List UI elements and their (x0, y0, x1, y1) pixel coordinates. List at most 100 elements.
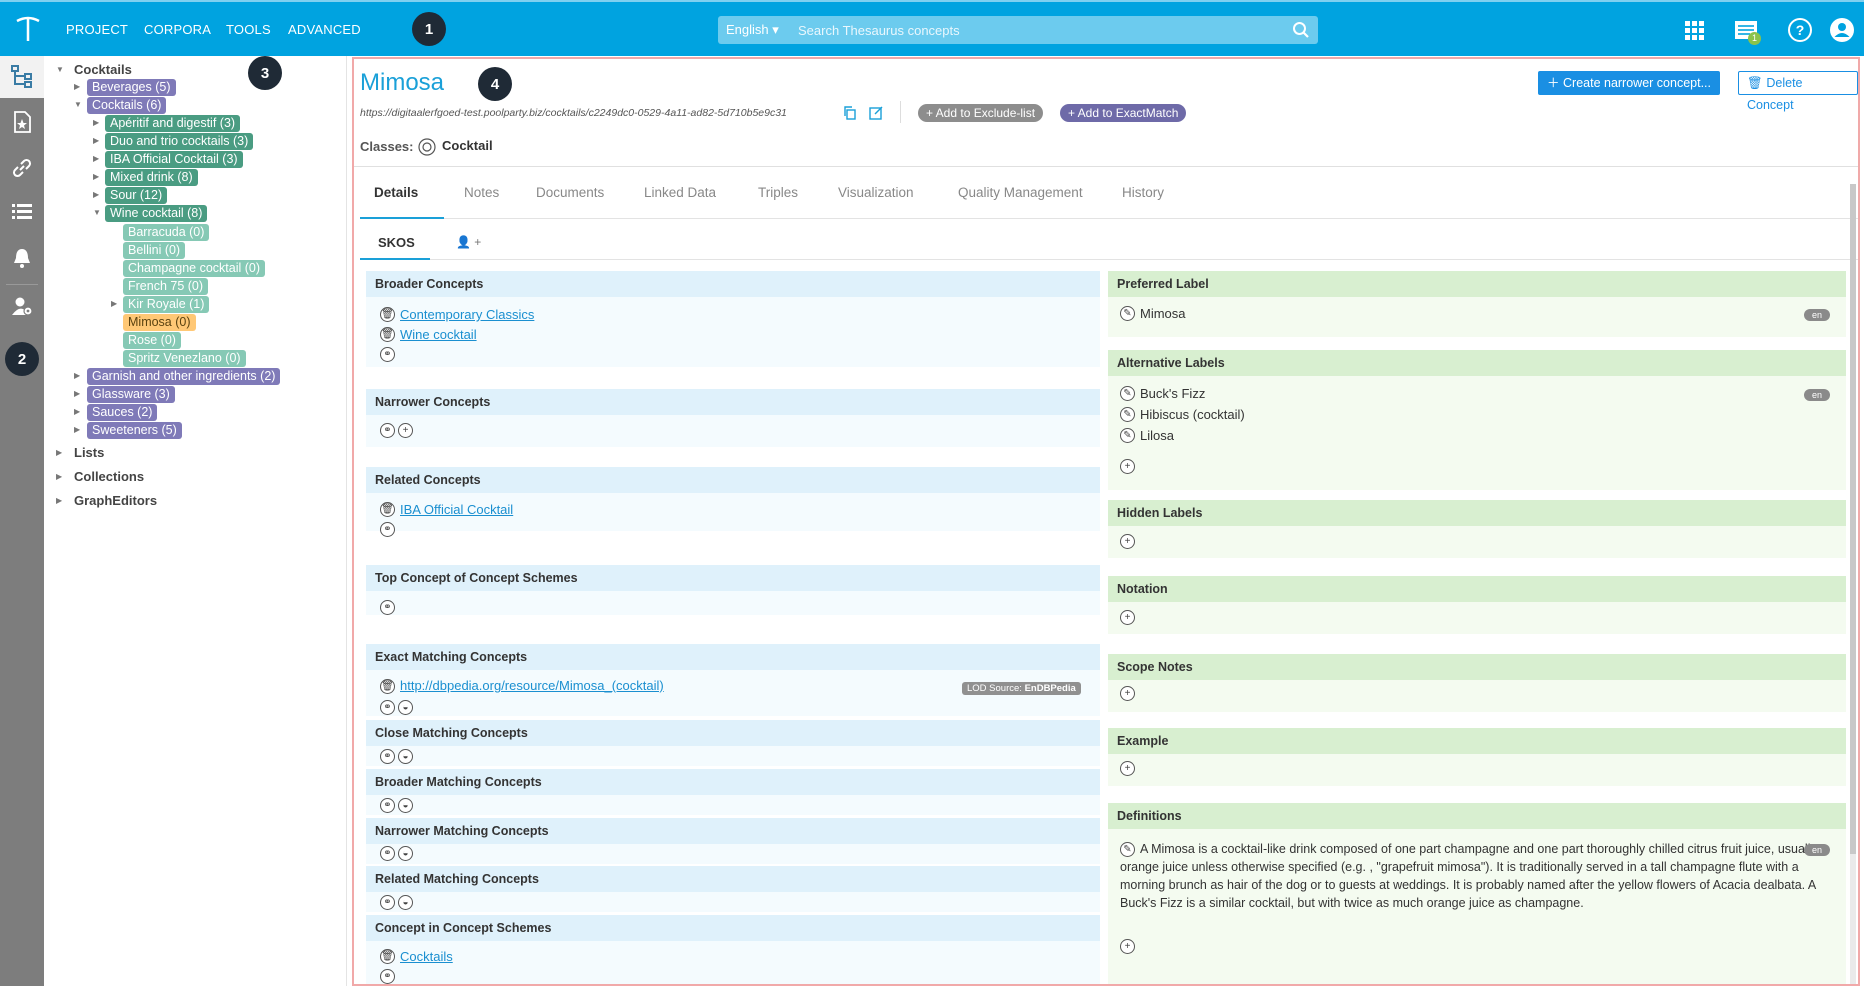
expand-arrow-icon[interactable]: ▶ (74, 421, 84, 438)
tab-documents[interactable]: Documents (536, 185, 604, 200)
add-exactmatch-button[interactable]: + Add to ExactMatch (1060, 104, 1187, 122)
apps-grid-icon[interactable] (1680, 16, 1708, 44)
notifications-button[interactable]: 1 (1732, 16, 1762, 46)
edit-pencil-icon[interactable]: ✎ (1120, 306, 1135, 321)
edit-uri-icon[interactable] (868, 105, 884, 121)
expand-arrow-icon[interactable]: ▶ (74, 385, 84, 402)
lod-search-icon[interactable]: ◒ (398, 798, 413, 813)
tree-node-glassware[interactable]: Glassware (3) (87, 386, 175, 403)
tree-node-spritz[interactable]: Spritz Venezlano (0) (123, 350, 246, 367)
exact-link-dbpedia-mimosa[interactable]: http://dbpedia.org/resource/Mimosa_(cock… (400, 678, 664, 693)
tree-section-collections[interactable]: Collections (74, 469, 144, 484)
link-icon[interactable] (10, 156, 34, 180)
tree-node-sour[interactable]: Sour (12) (105, 187, 168, 204)
user-account-icon[interactable] (1828, 16, 1856, 44)
broader-link-contemporary-classics[interactable]: Contemporary Classics (400, 307, 534, 322)
nav-corpora[interactable]: CORPORA (144, 22, 211, 37)
expand-arrow-icon[interactable]: ▶ (56, 468, 66, 485)
nav-project[interactable]: PROJECT (66, 22, 128, 37)
document-star-icon[interactable] (10, 110, 34, 134)
expand-arrow-icon[interactable]: ▶ (74, 78, 84, 95)
link-edit-icon[interactable]: ⚭ (380, 749, 395, 764)
tree-node-cocktails[interactable]: Cocktails (6) (87, 97, 167, 114)
collapse-arrow-icon[interactable]: ▼ (56, 61, 66, 78)
link-edit-icon[interactable]: ⚭ (380, 700, 395, 715)
broader-link-wine-cocktail[interactable]: Wine cocktail (400, 327, 477, 342)
related-link-iba-official[interactable]: IBA Official Cocktail (400, 502, 513, 517)
edit-pencil-icon[interactable]: ✎ (1120, 428, 1135, 443)
edit-pencil-icon[interactable]: ✎ (1120, 407, 1135, 422)
tab-notes[interactable]: Notes (464, 185, 499, 200)
copy-icon[interactable] (842, 105, 858, 121)
tree-node-kir-royale[interactable]: Kir Royale (1) (123, 296, 210, 313)
tree-node-sweeteners[interactable]: Sweeteners (5) (87, 422, 182, 439)
trash-icon[interactable]: 🗑 (380, 327, 395, 342)
expand-arrow-icon[interactable]: ▶ (111, 295, 121, 312)
expand-arrow-icon[interactable]: ▶ (93, 186, 103, 203)
tree-node-rose[interactable]: Rose (0) (123, 332, 181, 349)
add-circle-icon[interactable]: + (1120, 534, 1135, 549)
expand-arrow-icon[interactable]: ▶ (93, 114, 103, 131)
expand-arrow-icon[interactable]: ▶ (93, 168, 103, 185)
language-select[interactable]: English ▾ (726, 22, 779, 38)
expand-arrow-icon[interactable]: ▶ (56, 492, 66, 509)
link-edit-icon[interactable]: ⚭ (380, 522, 395, 537)
scheme-link-cocktails[interactable]: Cocktails (400, 949, 453, 964)
nav-tools[interactable]: TOOLS (226, 22, 271, 37)
tab-quality-management[interactable]: Quality Management (958, 185, 1083, 200)
user-settings-icon[interactable] (10, 294, 34, 318)
tab-history[interactable]: History (1122, 185, 1164, 200)
add-circle-icon[interactable]: + (1120, 939, 1135, 954)
tree-node-beverages[interactable]: Beverages (5) (87, 79, 176, 96)
lod-search-icon[interactable]: ◒ (398, 749, 413, 764)
link-edit-icon[interactable]: ⚭ (380, 423, 395, 438)
tree-node-champagne-cocktail[interactable]: Champagne cocktail (0) (123, 260, 266, 277)
poolparty-logo[interactable] (14, 14, 42, 44)
link-edit-icon[interactable]: ⚭ (380, 846, 395, 861)
tree-node-duo-trio[interactable]: Duo and trio cocktails (3) (105, 133, 254, 150)
edit-pencil-icon[interactable]: ✎ (1120, 386, 1135, 401)
tree-node-mimosa-selected[interactable]: Mimosa (0) (123, 314, 196, 331)
add-circle-icon[interactable]: + (1120, 610, 1135, 625)
collapse-arrow-icon[interactable]: ▼ (74, 96, 84, 113)
expand-arrow-icon[interactable]: ▶ (93, 132, 103, 149)
trash-icon[interactable]: 🗑 (380, 502, 395, 517)
panel-scrollbar-thumb[interactable] (1850, 184, 1856, 854)
expand-arrow-icon[interactable]: ▶ (74, 367, 84, 384)
tree-node-mixed-drink[interactable]: Mixed drink (8) (105, 169, 198, 186)
trash-icon[interactable]: 🗑 (380, 679, 395, 694)
expand-arrow-icon[interactable]: ▶ (74, 403, 84, 420)
tree-section-lists[interactable]: Lists (74, 445, 104, 460)
expand-arrow-icon[interactable]: ▶ (93, 150, 103, 167)
add-circle-icon[interactable]: + (1120, 686, 1135, 701)
tree-node-wine-cocktail[interactable]: Wine cocktail (8) (105, 205, 208, 222)
delete-concept-button[interactable]: 🗑 Delete Concept (1738, 71, 1858, 112)
tree-node-iba-official[interactable]: IBA Official Cocktail (3) (105, 151, 243, 168)
add-circle-icon[interactable]: + (1120, 761, 1135, 776)
tree-section-grapheditors[interactable]: GraphEditors (74, 493, 157, 508)
tree-node-french-75[interactable]: French 75 (0) (123, 278, 209, 295)
lod-search-icon[interactable]: ◒ (398, 700, 413, 715)
tab-details[interactable]: Details (374, 185, 418, 200)
trash-icon[interactable]: 🗑 (380, 949, 395, 964)
lod-search-icon[interactable]: ◒ (398, 895, 413, 910)
link-edit-icon[interactable]: ⚭ (380, 347, 395, 362)
link-edit-icon[interactable]: ⚭ (380, 600, 395, 615)
expand-arrow-icon[interactable]: ▶ (56, 444, 66, 461)
hierarchy-tree-icon[interactable] (10, 64, 34, 88)
search-icon[interactable] (1292, 21, 1310, 39)
tree-node-aperitif[interactable]: Apéritif and digestif (3) (105, 115, 241, 132)
nav-advanced[interactable]: ADVANCED (288, 22, 361, 37)
bell-icon[interactable] (10, 246, 34, 270)
trash-icon[interactable]: 🗑 (380, 307, 395, 322)
tab-visualization[interactable]: Visualization (838, 185, 914, 200)
tab-linked-data[interactable]: Linked Data (644, 185, 716, 200)
tree-node-barracuda[interactable]: Barracuda (0) (123, 224, 210, 241)
list-icon[interactable] (10, 200, 34, 224)
subtab-skos[interactable]: SKOS (378, 235, 415, 250)
link-edit-icon[interactable]: ⚭ (380, 798, 395, 813)
lod-search-icon[interactable]: ◒ (398, 846, 413, 861)
subtab-add-user[interactable]: 👤 + (456, 235, 481, 249)
tab-triples[interactable]: Triples (758, 185, 798, 200)
tree-node-bellini[interactable]: Bellini (0) (123, 242, 186, 259)
